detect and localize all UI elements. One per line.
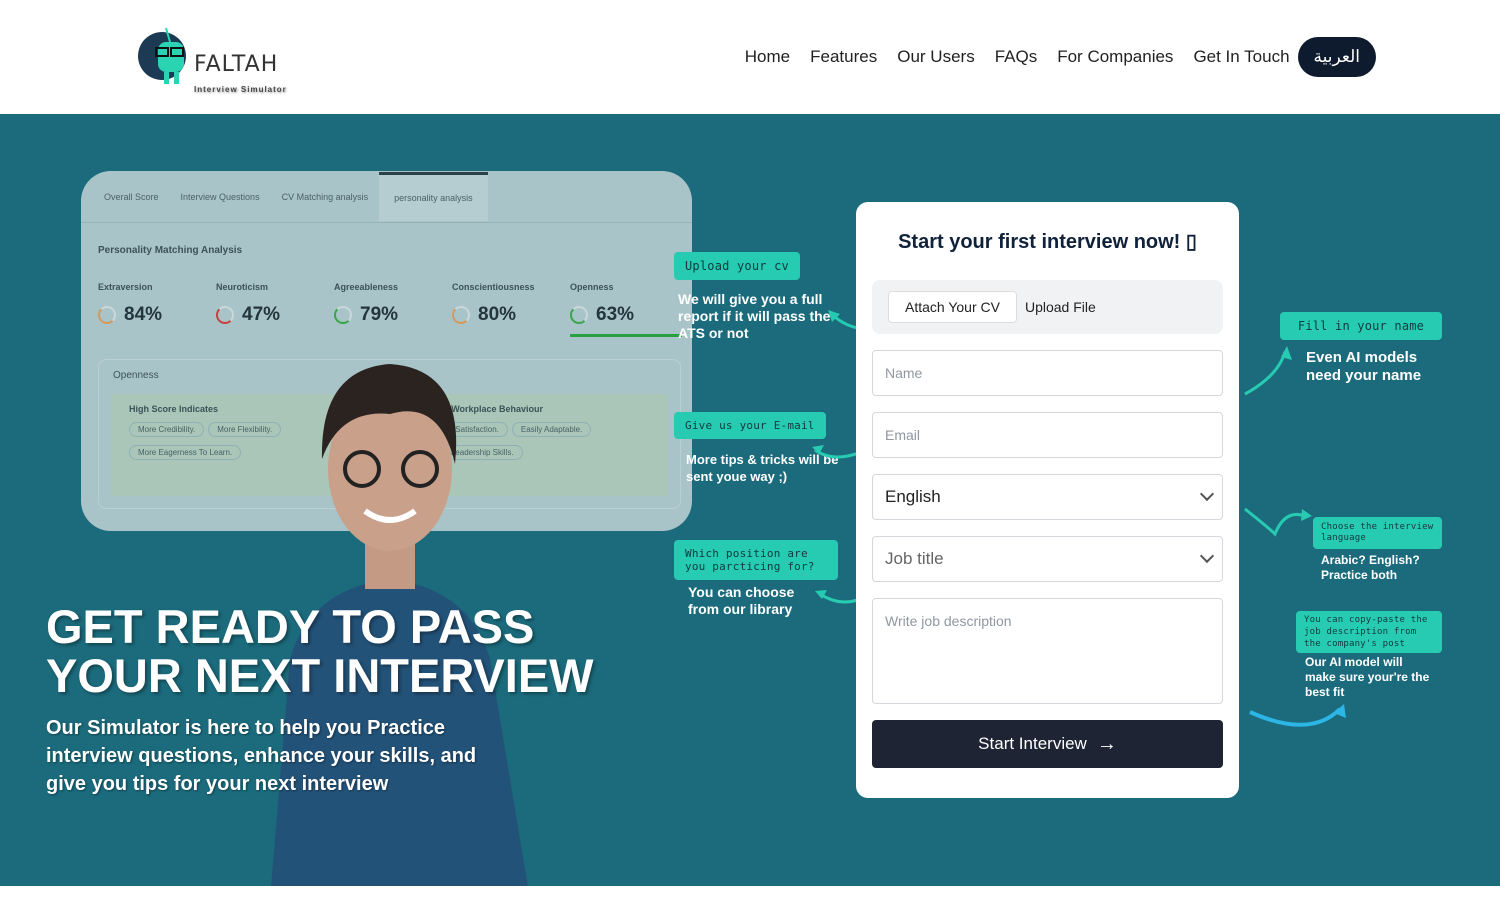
start-interview-label: Start Interview (978, 734, 1087, 753)
nav-for-companies[interactable]: For Companies (1057, 47, 1173, 67)
hero-section: Overall Score Interview Questions CV Mat… (0, 114, 1500, 886)
name-placeholder: Name (885, 365, 923, 381)
nav-features[interactable]: Features (810, 47, 877, 67)
language-toggle-button[interactable]: العربية (1297, 37, 1376, 77)
form-title: Start your first interview now! ▯ (898, 231, 1197, 253)
chevron-down-icon (1199, 486, 1215, 502)
job-title-select[interactable]: Job title (872, 536, 1223, 582)
language-value: English (885, 487, 941, 506)
email-input[interactable]: Email (872, 412, 1223, 458)
nav-menu: Home Features Our Users FAQs For Compani… (745, 37, 1376, 77)
upload-file-label: Upload File (1024, 299, 1096, 315)
language-select[interactable]: English (872, 474, 1223, 520)
nav-get-in-touch[interactable]: Get In Touch (1193, 47, 1289, 67)
decorative-arrows-icon (812, 310, 1346, 727)
interview-form-card: Start your first interview now! ▯ Attach… (856, 202, 1239, 798)
nav-faqs[interactable]: FAQs (995, 47, 1038, 67)
chevron-down-icon (1199, 548, 1215, 564)
nav-our-users[interactable]: Our Users (897, 47, 974, 67)
job-description-textarea[interactable]: Write job description (872, 598, 1223, 704)
start-interview-button[interactable]: Start Interview → (872, 720, 1223, 768)
nav-home[interactable]: Home (745, 47, 790, 67)
name-input[interactable]: Name (872, 350, 1223, 396)
navbar: FALTAH Interview Simulator Home Features… (0, 0, 1500, 114)
job-description-placeholder: Write job description (885, 613, 1012, 629)
cv-upload-field[interactable]: Attach Your CV Upload File (872, 280, 1223, 334)
arrow-right-icon: → (1096, 732, 1117, 755)
logo-tagline: Interview Simulator (194, 85, 287, 94)
email-placeholder: Email (885, 427, 921, 443)
logo-wordmark: FALTAH (194, 52, 279, 77)
attach-cv-button[interactable]: Attach Your CV (888, 291, 1017, 323)
robot-logo-icon (138, 27, 186, 84)
logo[interactable]: FALTAH Interview Simulator (136, 24, 306, 94)
job-title-value: Job title (885, 549, 944, 568)
